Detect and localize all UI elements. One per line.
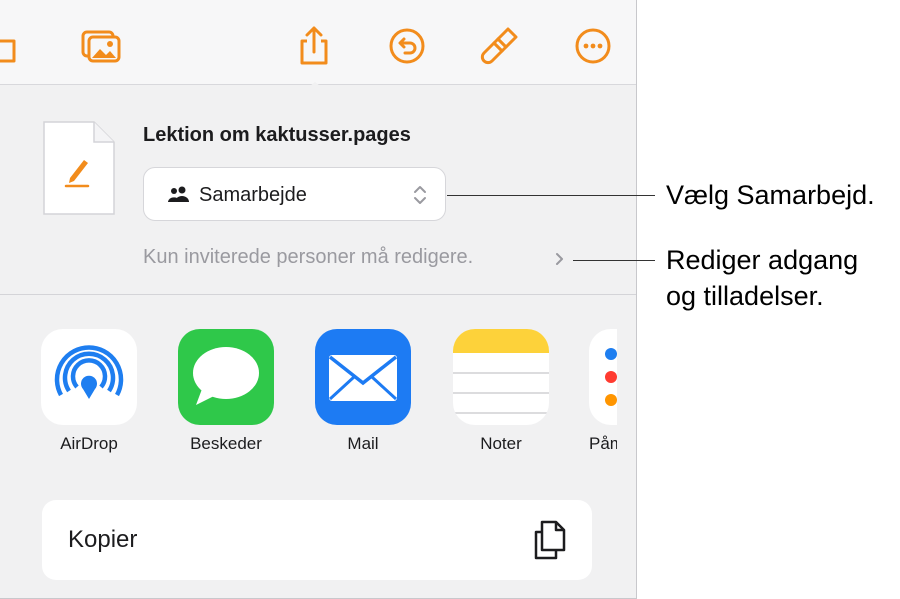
collaboration-selector[interactable]: Samarbejde [143,167,446,221]
toolbar [0,0,636,85]
callout-permissions-line1: Rediger adgang [666,245,859,275]
permissions-link[interactable]: Kun inviterede personer må redigere. [143,246,473,269]
chevron-right-icon[interactable] [555,252,564,266]
chevron-up-down-icon [414,186,426,204]
messages-icon [178,329,274,425]
callout-permissions-line2: og tilladelser. [666,281,824,311]
app-name: Noter [480,434,522,453]
people-icon [168,186,189,202]
app-messages[interactable]: Beskeder [177,329,275,454]
mail-icon [315,329,411,425]
app-name: AirDrop [60,434,118,453]
app-airdrop[interactable]: AirDrop [40,329,138,454]
collaboration-option-label: Samarbejde [199,184,307,206]
copy-icon [534,520,566,560]
app-reminders[interactable]: Påm [589,329,617,454]
notes-icon [453,329,549,425]
pages-document-icon [43,121,115,215]
folder-icon[interactable] [0,25,20,67]
airdrop-icon [41,329,137,425]
document-title: Lektion om kaktusser.pages [143,124,411,146]
more-icon[interactable] [572,25,614,67]
format-brush-icon[interactable] [478,25,520,67]
copy-label: Kopier [68,526,138,553]
app-name: Påm [589,434,617,453]
undo-icon[interactable] [386,25,428,67]
app-notes[interactable]: Noter [452,329,550,454]
app-name: Mail [347,434,379,453]
divider [0,294,636,295]
callout-line-permissions [573,260,655,261]
copy-action[interactable]: Kopier [42,500,592,580]
app-mail[interactable]: Mail [314,329,412,454]
share-icon[interactable] [293,25,335,67]
app-name: Beskeder [190,434,262,453]
callout-collaborate: Vælg Samarbejd. [666,180,875,210]
ipad-screen: Lektion om kaktusser.pages Samarbejde Ku… [0,0,637,599]
reminders-icon [589,329,617,425]
callout-line-collaborate [447,195,655,196]
media-icon[interactable] [80,25,122,67]
